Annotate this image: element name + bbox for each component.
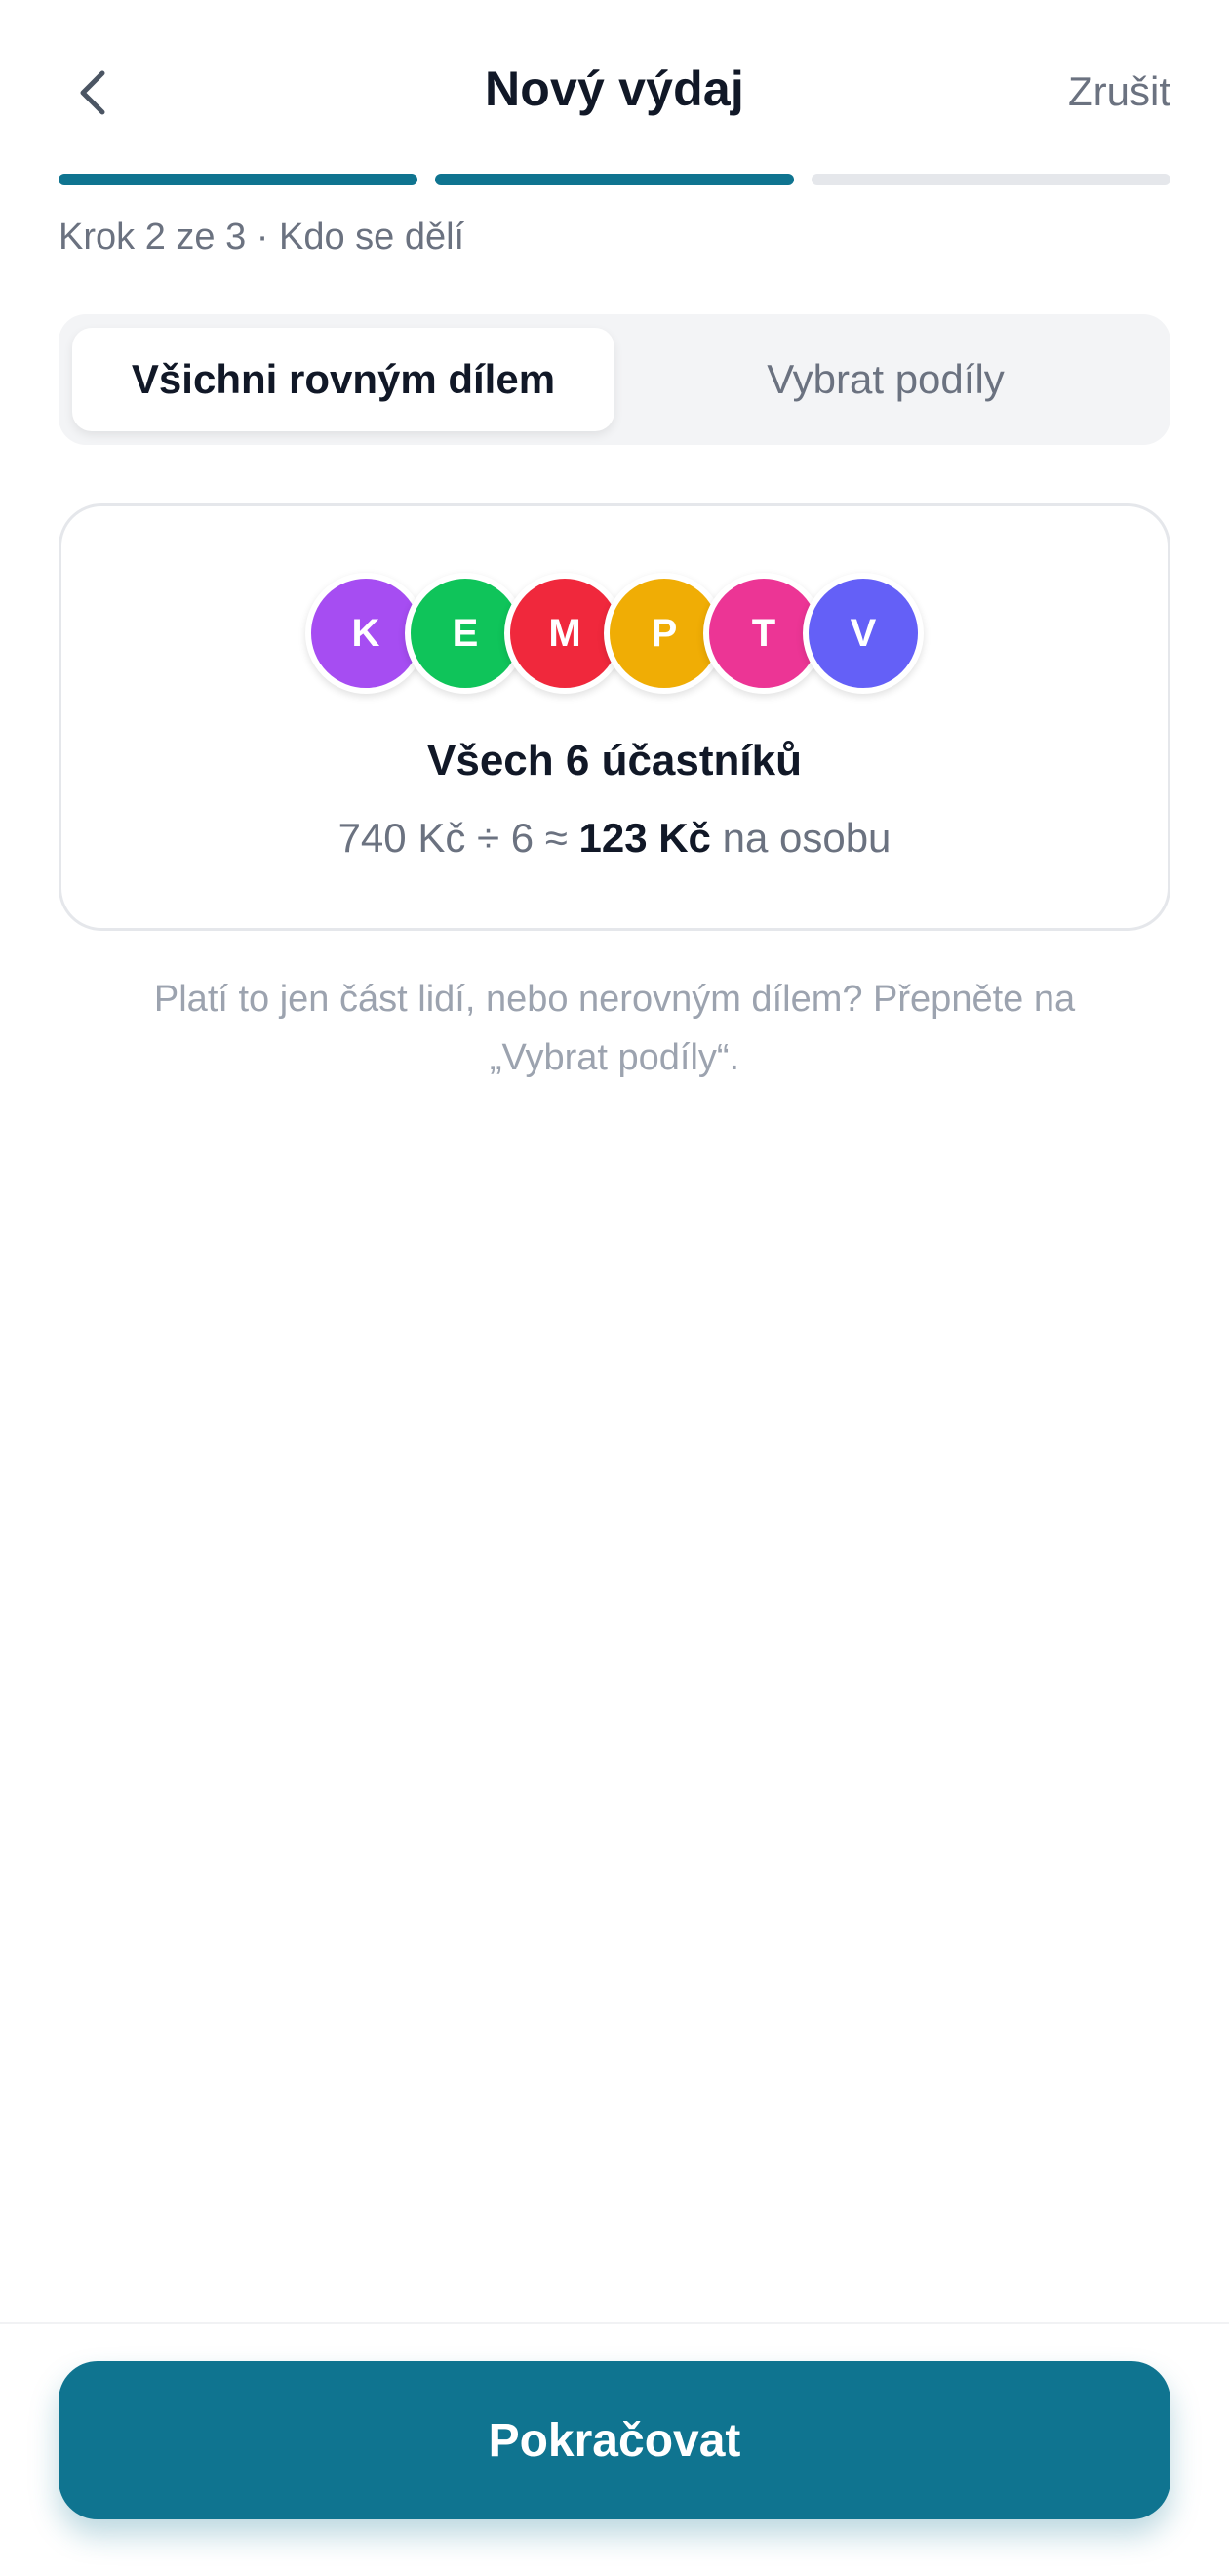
progress-segment <box>812 174 1170 185</box>
header: Nový výdaj Zrušit <box>0 0 1229 185</box>
new-expense-screen: Nový výdaj Zrušit Krok 2 ze 3 · Kdo se d… <box>0 0 1229 2576</box>
progress-segment <box>435 174 794 185</box>
participants-title: Všech 6 účastníků <box>427 737 802 785</box>
step-progress <box>59 174 1170 185</box>
continue-button[interactable]: Pokračovat <box>59 2361 1170 2519</box>
split-hint: Platí to jen část lidí, nebo nerovným dí… <box>153 979 1076 1078</box>
step-label: Krok 2 ze 3 · Kdo se dělí <box>59 217 465 258</box>
page-title: Nový výdaj <box>484 61 744 116</box>
calc-prefix: 740 Kč ÷ 6 ≈ <box>337 815 568 861</box>
split-custom-option[interactable]: Vybrat podíly <box>614 328 1157 431</box>
bottom-bar: Pokračovat <box>0 2322 1229 2576</box>
calc-suffix: na osobu <box>722 815 892 861</box>
per-person-amount: 123 Kč <box>578 815 711 861</box>
participants-card: KEMPTV Všech 6 účastníků 740 Kč ÷ 6 ≈ 12… <box>59 503 1170 931</box>
split-equal-option[interactable]: Všichni rovným dílem <box>72 328 614 431</box>
per-person-calculation: 740 Kč ÷ 6 ≈ 123 Kč na osobu <box>61 815 1168 862</box>
avatar: V <box>803 573 924 694</box>
cancel-button[interactable]: Zrušit <box>1068 68 1170 115</box>
avatar-group: KEMPTV <box>61 573 1168 694</box>
split-mode-toggle: Všichni rovným dílem Vybrat podíly <box>59 314 1170 445</box>
progress-segment <box>59 174 417 185</box>
